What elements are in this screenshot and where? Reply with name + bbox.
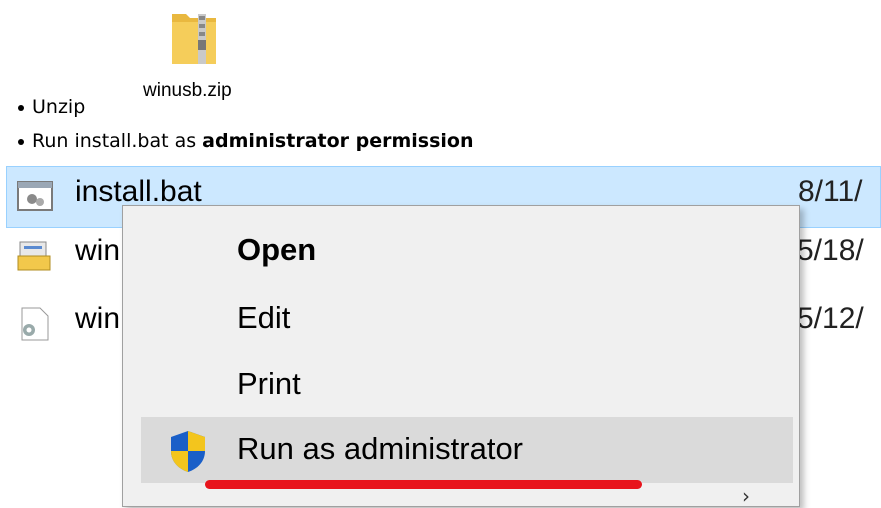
highlight-underline bbox=[205, 480, 642, 489]
setup-file-icon bbox=[17, 241, 51, 271]
submenu-arrow-icon: › bbox=[742, 484, 750, 508]
instruction-bold-text: administrator permission bbox=[202, 130, 474, 152]
batch-file-icon bbox=[17, 181, 53, 211]
menu-item-run-as-administrator[interactable]: Run as administrator bbox=[141, 417, 793, 483]
instruction-unzip: Unzip bbox=[18, 96, 85, 118]
context-menu: Open Edit Print Run as administrator bbox=[122, 205, 800, 507]
file-name: install.bat bbox=[75, 175, 202, 208]
menu-item-label: Open bbox=[237, 232, 317, 267]
instruction-run-install: Run install.bat as administrator permiss… bbox=[18, 130, 474, 152]
file-name: win bbox=[75, 234, 121, 267]
menu-item-label: Print bbox=[237, 366, 301, 401]
menu-item-label: Edit bbox=[237, 300, 291, 335]
file-date: 8/11/ bbox=[798, 175, 863, 208]
instruction-text: Unzip bbox=[32, 96, 86, 118]
menu-item-open[interactable]: Open bbox=[141, 222, 793, 282]
file-name: win bbox=[75, 302, 121, 335]
menu-item-print[interactable]: Print bbox=[141, 356, 793, 416]
file-date: 5/18/ bbox=[797, 234, 864, 267]
settings-file-icon bbox=[21, 307, 49, 341]
bullet-icon bbox=[18, 138, 24, 145]
instruction-text: Run install.bat as bbox=[32, 130, 203, 152]
zip-file-label[interactable]: winusb.zip bbox=[143, 80, 232, 102]
file-date: 5/12/ bbox=[797, 302, 864, 335]
menu-item-edit[interactable]: Edit bbox=[141, 290, 793, 350]
bullet-icon bbox=[18, 104, 24, 111]
zip-folder-icon[interactable] bbox=[170, 8, 218, 66]
menu-item-label: Run as administrator bbox=[237, 431, 524, 466]
uac-shield-icon bbox=[171, 431, 205, 472]
